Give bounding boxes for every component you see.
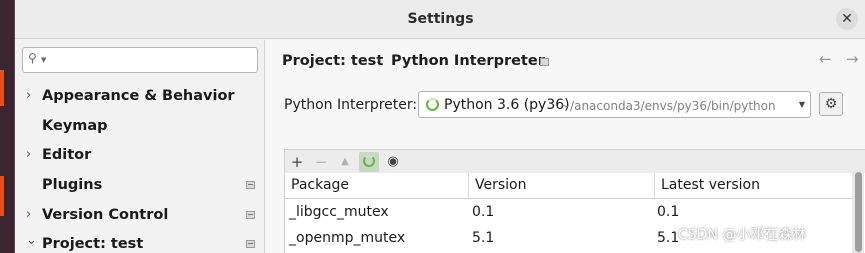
chevron-right-icon[interactable]: › [26, 147, 31, 162]
settings-content: Project: test › Python Interpreter ← → P… [266, 40, 865, 253]
scrollbar-thumb[interactable] [855, 172, 862, 252]
project-scope-icon [246, 211, 255, 219]
desktop-dock-marker [0, 176, 4, 216]
package-latest-version: 0.1 [657, 204, 680, 220]
packages-toolbar: + − ▲ ◉ [284, 149, 865, 173]
chevron-down-icon: ▼ [798, 100, 805, 109]
page-title: Python Interpreter [391, 53, 545, 69]
refresh-button[interactable] [359, 152, 379, 172]
settings-window: Settings ✕ ⚲ ▼ › Appearance & Behavior K… [14, 0, 865, 253]
chevron-right-icon[interactable]: › [26, 88, 31, 103]
sidebar-item-editor[interactable]: › Editor [15, 141, 265, 171]
sidebar-item-label: Keymap [42, 118, 108, 134]
package-version: 5.1 [472, 230, 495, 246]
desktop-dock-marker [0, 70, 4, 106]
project-scope-icon [246, 240, 255, 248]
add-package-button[interactable]: + [287, 152, 307, 172]
title-bar: Settings ✕ [15, 0, 865, 39]
chevron-right-icon[interactable]: › [26, 207, 31, 222]
interpreter-path: ~/anaconda3/envs/py36/bin/python [560, 99, 776, 113]
close-icon: ✕ [841, 11, 853, 27]
column-header-version[interactable]: Version [469, 173, 655, 199]
interpreter-name: Python 3.6 (py36) [444, 97, 570, 113]
gear-icon: ⚙ [824, 96, 838, 112]
package-version: 0.1 [472, 204, 495, 220]
settings-sidebar: ⚲ ▼ › Appearance & Behavior Keymap › Edi… [15, 40, 265, 253]
table-scrollbar[interactable] [852, 170, 864, 253]
search-icon: ⚲ [28, 51, 37, 65]
show-details-button[interactable]: ◉ [383, 152, 403, 172]
desktop-edge [0, 0, 14, 253]
sidebar-item-label: Plugins [42, 177, 103, 193]
sidebar-item-keymap[interactable]: Keymap [15, 112, 265, 142]
back-arrow-icon[interactable]: ← [819, 50, 832, 68]
sidebar-item-plugins[interactable]: Plugins [15, 171, 265, 201]
sidebar-item-project[interactable]: ⌄ Project: test [15, 230, 265, 253]
watermark: CSDN @小邓在森林 [678, 227, 807, 243]
sidebar-item-appearance-behavior[interactable]: › Appearance & Behavior [15, 82, 265, 112]
project-scope-icon [246, 181, 255, 189]
remove-package-button[interactable]: − [311, 152, 331, 172]
interpreter-select[interactable]: Python 3.6 (py36) ~/anaconda3/envs/py36/… [418, 91, 811, 118]
interpreter-settings-button[interactable]: ⚙ [819, 92, 843, 116]
search-input[interactable]: ⚲ ▼ [22, 47, 258, 73]
project-scope-icon [540, 58, 549, 66]
upgrade-package-button[interactable]: ▲ [335, 152, 355, 172]
loading-spinner-icon [426, 98, 439, 111]
chevron-down-icon: ▼ [41, 56, 47, 64]
interpreter-label: Python Interpreter: [284, 97, 418, 113]
package-name: _openmp_mutex [289, 230, 406, 246]
sidebar-item-label: Editor [42, 147, 92, 163]
column-header-latest-version[interactable]: Latest version [655, 173, 855, 199]
sidebar-item-version-control[interactable]: › Version Control [15, 201, 265, 231]
breadcrumb-separator-icon: › [376, 53, 382, 68]
package-name: _libgcc_mutex [289, 204, 389, 220]
window-title: Settings [407, 11, 474, 27]
chevron-down-icon[interactable]: ⌄ [26, 233, 37, 248]
breadcrumb-project: Project: test [282, 53, 384, 69]
sidebar-item-label: Version Control [42, 207, 169, 223]
loading-spinner-icon [363, 155, 375, 167]
sidebar-item-label: Appearance & Behavior [42, 88, 235, 104]
close-button[interactable]: ✕ [836, 8, 858, 30]
sidebar-item-label: Project: test [42, 236, 144, 252]
forward-arrow-icon[interactable]: → [846, 50, 859, 68]
package-latest-version: 5.1 [657, 230, 680, 246]
column-header-package[interactable]: Package [285, 173, 469, 199]
